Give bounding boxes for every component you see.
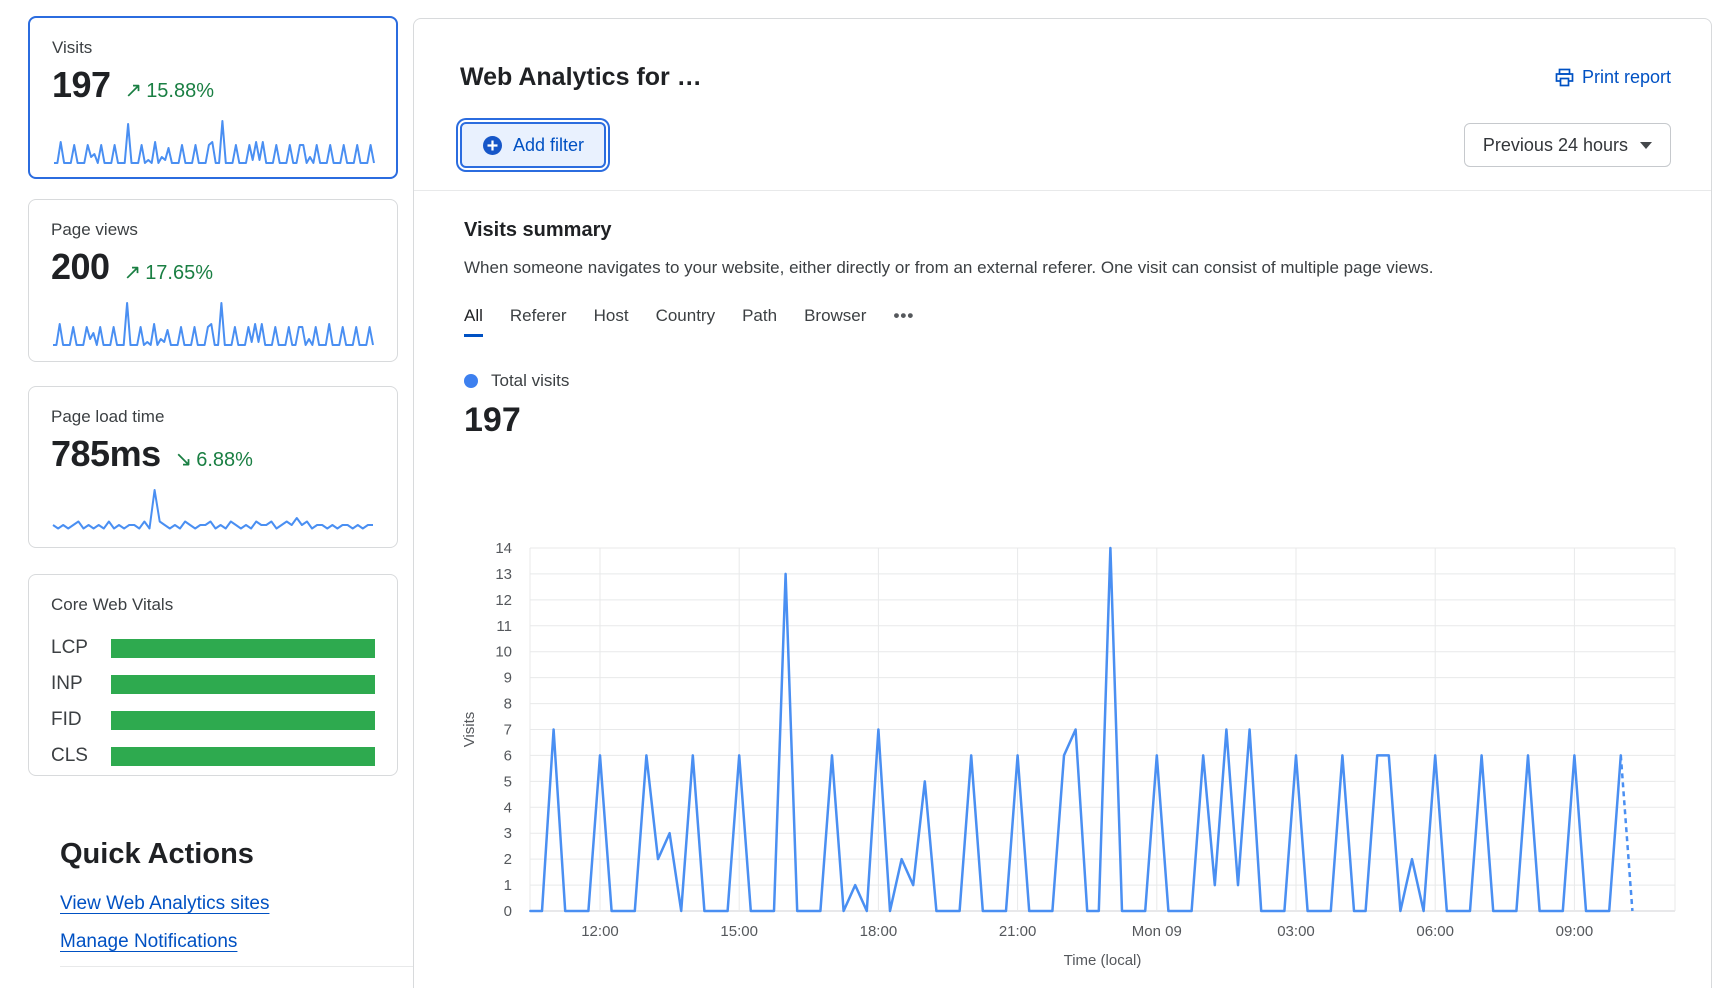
metric-card-title: Page views (51, 220, 375, 240)
axis-label: 13 (495, 566, 512, 583)
cwv-label: FID (51, 709, 111, 731)
tab-referer[interactable]: Referer (510, 306, 567, 337)
tab-all[interactable]: All (464, 306, 483, 337)
axis-label: 18:00 (860, 923, 898, 940)
axis-label: 11 (496, 618, 512, 635)
page-load-time-sparkline (51, 485, 375, 535)
tab-host[interactable]: Host (594, 306, 629, 337)
axis-label: 8 (504, 696, 512, 713)
metric-value: 197 (52, 64, 111, 106)
page-views-sparkline (51, 298, 375, 348)
axis-label: 3 (504, 825, 512, 842)
y-axis-title: Visits (461, 712, 478, 748)
metric-value: 785ms (51, 433, 161, 475)
sidebar-divider (60, 966, 420, 967)
section-title: Visits summary (464, 219, 1671, 242)
cwv-bar-green (111, 675, 375, 694)
core-web-vitals-title: Core Web Vitals (51, 595, 375, 615)
metric-card-visits[interactable]: Visits 197 ↗15.88% (28, 16, 398, 179)
cwv-label: CLS (51, 745, 111, 767)
cwv-row-cls: CLS (51, 745, 375, 767)
axis-label: Mon 09 (1132, 923, 1182, 940)
print-report-link[interactable]: Print report (1555, 67, 1671, 88)
axis-label: 9 (504, 670, 512, 687)
metric-trend: ↘6.88% (175, 447, 253, 472)
cwv-row-inp: INP (51, 673, 375, 695)
chevron-down-icon (1640, 142, 1652, 149)
metric-card-page-load-time[interactable]: Page load time 785ms ↘6.88% (28, 386, 398, 548)
metric-card-title: Visits (52, 38, 374, 58)
cwv-bar-green (111, 639, 375, 658)
plus-circle-icon (482, 135, 503, 156)
visits-summary-section: Visits summary When someone navigates to… (414, 191, 1711, 440)
trend-down-icon: ↘ (175, 448, 193, 471)
total-visits-value: 197 (464, 401, 1671, 440)
axis-label: 1 (504, 877, 512, 894)
metric-card-title: Page load time (51, 407, 375, 427)
web-analytics-dashboard: Visits 197 ↗15.88% Page views 200 ↗17.65… (0, 0, 1730, 988)
core-web-vitals-card: Core Web Vitals LCP INP FID CLS (28, 574, 398, 776)
axis-label: 03:00 (1277, 923, 1315, 940)
axis-label: 21:00 (999, 923, 1037, 940)
time-range-dropdown[interactable]: Previous 24 hours (1464, 123, 1671, 167)
quick-actions-title: Quick Actions (60, 838, 426, 871)
chart-legend: Total visits (464, 371, 1671, 391)
page-title: Web Analytics for … (460, 63, 702, 92)
visits-sparkline (52, 116, 376, 166)
panel-header: Web Analytics for … Print report (414, 19, 1711, 191)
tab-country[interactable]: Country (656, 306, 716, 337)
cwv-row-fid: FID (51, 709, 375, 731)
cwv-row-lcp: LCP (51, 637, 375, 659)
axis-label: 12:00 (581, 923, 619, 940)
axis-label: 6 (504, 747, 512, 764)
x-axis-title: Time (local) (1064, 952, 1142, 969)
axis-label: 2 (504, 851, 512, 868)
axis-label: 06:00 (1416, 923, 1454, 940)
metric-trend: ↗17.65% (124, 260, 213, 285)
trend-up-icon: ↗ (125, 79, 143, 102)
metric-trend: ↗15.88% (125, 78, 214, 103)
tab-more-icon[interactable]: ••• (893, 306, 914, 337)
tab-path[interactable]: Path (742, 306, 777, 337)
cwv-bar-green (111, 711, 375, 730)
view-web-analytics-sites-link[interactable]: View Web Analytics sites (60, 893, 269, 915)
axis-label: 5 (504, 773, 512, 790)
axis-label: 09:00 (1556, 923, 1594, 940)
cwv-label: LCP (51, 637, 111, 659)
axis-label: 7 (504, 722, 512, 739)
dimension-tabs: All Referer Host Country Path Browser ••… (464, 306, 1671, 337)
axis-label: 14 (495, 540, 512, 557)
cwv-bar-green (111, 747, 375, 766)
axis-label: 12 (495, 592, 512, 609)
metric-value: 200 (51, 246, 110, 288)
printer-icon (1555, 68, 1574, 87)
tab-browser[interactable]: Browser (804, 306, 866, 337)
section-description: When someone navigates to your website, … (464, 258, 1671, 278)
manage-notifications-link[interactable]: Manage Notifications (60, 931, 237, 953)
axis-label: 10 (495, 644, 512, 661)
legend-label: Total visits (491, 371, 569, 391)
add-filter-button[interactable]: Add filter (460, 122, 606, 168)
quick-actions: Quick Actions View Web Analytics sites M… (60, 838, 426, 953)
axis-label: 0 (504, 903, 512, 920)
cwv-label: INP (51, 673, 111, 695)
legend-dot-icon (464, 374, 478, 388)
trend-up-icon: ↗ (124, 261, 142, 284)
visits-line-chart: 0123456789101112131412:0015:0018:0021:00… (420, 478, 1700, 983)
axis-label: 4 (504, 799, 512, 816)
metric-card-page-views[interactable]: Page views 200 ↗17.65% (28, 199, 398, 362)
axis-label: 15:00 (720, 923, 758, 940)
